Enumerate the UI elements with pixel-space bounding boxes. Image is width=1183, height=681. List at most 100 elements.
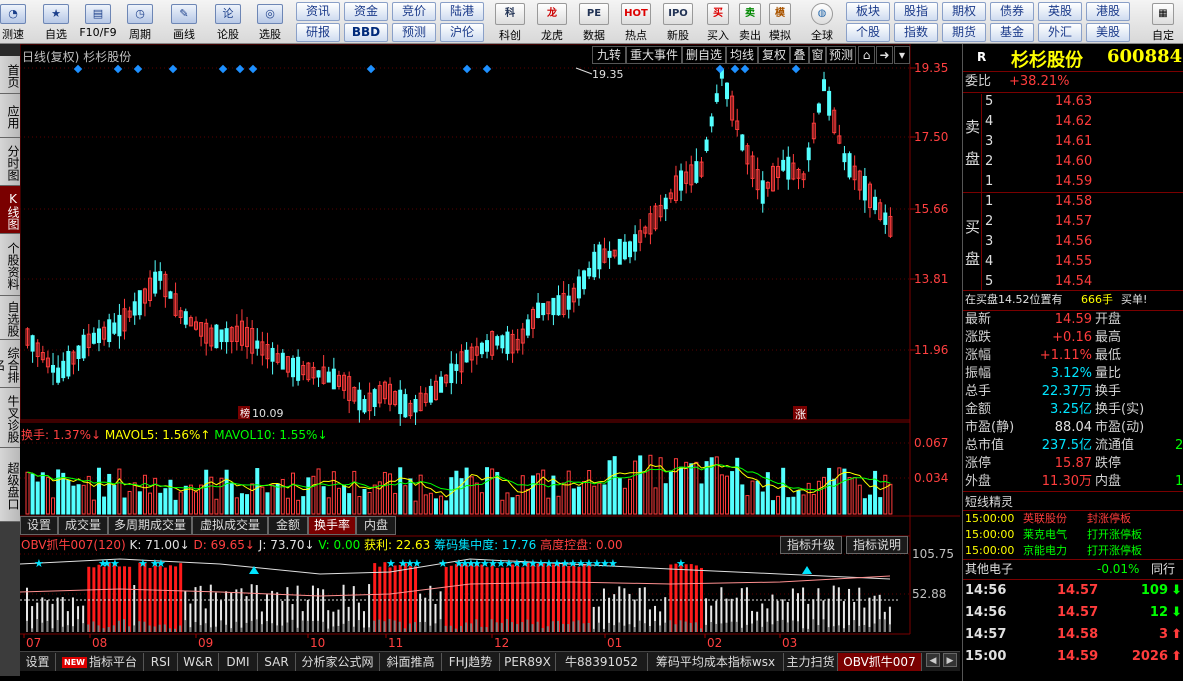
- obv-red-bar: [112, 564, 116, 632]
- indicator-tab-13[interactable]: OBV抓牛007: [838, 653, 922, 671]
- home-icon[interactable]: ⌂: [858, 46, 875, 64]
- market-pill-1[interactable]: 股指: [894, 2, 938, 21]
- pill2-2[interactable]: 预测: [392, 23, 436, 42]
- indicator-tab-8[interactable]: FHJ趋势: [442, 653, 500, 671]
- nav-item-4[interactable]: 个股资料: [0, 234, 20, 296]
- chart-top-button-5[interactable]: 叠: [790, 46, 809, 64]
- custom-button[interactable]: ▦ 自定: [1143, 2, 1183, 42]
- elite-row[interactable]: 15:00:00 英联股份 封涨停板: [963, 511, 1183, 527]
- toolbar-clock-button[interactable]: ◷ 周期: [120, 2, 160, 42]
- market-pill2-1[interactable]: 指数: [894, 23, 938, 42]
- elite-row[interactable]: 15:00:00 莱克电气 打开涨停板: [963, 527, 1183, 543]
- indicator-tab-10[interactable]: 牛88391052: [556, 653, 648, 671]
- indicator-upgrade-button[interactable]: 指标升级: [780, 536, 842, 554]
- market-pill2-5[interactable]: 美股: [1086, 23, 1130, 42]
- nav-item-0[interactable]: 首页: [0, 56, 20, 94]
- trade-0[interactable]: 买买入: [704, 2, 732, 42]
- pill-1[interactable]: 资金: [344, 2, 388, 21]
- toolbar-feature-0[interactable]: 科科创: [490, 2, 530, 42]
- indicator-tab-3[interactable]: W&R: [178, 653, 219, 671]
- indicator-tab-7[interactable]: 斜面推高: [380, 653, 442, 671]
- market-pill-4[interactable]: 英股: [1038, 2, 1082, 21]
- toolbar-pen-button[interactable]: ✎ 画线: [164, 2, 204, 42]
- toolbar-speedometer-button[interactable]: ◔ 测速: [0, 2, 26, 42]
- volume-bar: [689, 463, 694, 515]
- volume-bar: [255, 468, 260, 515]
- candle-body: [61, 360, 66, 379]
- toolbar-feature-4[interactable]: IPO 新股: [658, 2, 698, 42]
- vol-subtab-6[interactable]: 内盘: [356, 516, 396, 535]
- stat-row: 振幅 3.12% 量比: [963, 365, 1183, 383]
- indicator-tab-2[interactable]: RSI: [144, 653, 178, 671]
- toolbar-chat-button[interactable]: 论论股: [208, 2, 248, 42]
- trade-2[interactable]: 模模拟: [766, 2, 794, 42]
- volume-bar: [239, 493, 244, 515]
- obv-grey-bar: [174, 628, 177, 632]
- chart-top-button-3[interactable]: 均线: [726, 46, 758, 64]
- indicator-tab-4[interactable]: DMI: [219, 653, 258, 671]
- nav-item-3[interactable]: K线图: [0, 186, 20, 234]
- indicator-tab-9[interactable]: PER89X: [500, 653, 556, 671]
- pill-0[interactable]: 资讯: [296, 2, 340, 21]
- chart-top-button-0[interactable]: 九转: [592, 46, 626, 64]
- global-button[interactable]: ◍ 全球: [800, 2, 844, 42]
- vol-subtab-4[interactable]: 金额: [268, 516, 308, 535]
- nav-item-5[interactable]: 自选股: [0, 296, 20, 340]
- toolbar-feature-3[interactable]: HOT 热点: [616, 2, 656, 42]
- chart-top-button-1[interactable]: 重大事件: [626, 46, 682, 64]
- indicator-tab-0[interactable]: 设置: [20, 653, 56, 671]
- vol-subtab-5[interactable]: 换手率: [308, 516, 356, 535]
- indicator-tab-6[interactable]: 分析家公式网: [296, 653, 380, 671]
- vol-subtab-2[interactable]: 多周期成交量: [108, 516, 192, 535]
- toolbar-info-button[interactable]: ▤ F10/F9: [78, 2, 118, 42]
- chart-top-button-6[interactable]: 窗: [809, 46, 826, 64]
- indicator-tab-11[interactable]: 筹码平均成本指标wsx: [648, 653, 784, 671]
- market-pill2-4[interactable]: 外汇: [1038, 23, 1082, 42]
- pill-3[interactable]: 陆港: [440, 2, 484, 21]
- nav-item-1[interactable]: 应用: [0, 94, 20, 138]
- nav-item-7[interactable]: 牛叉诊股: [0, 388, 20, 448]
- arrow-right-icon[interactable]: ➜: [876, 46, 893, 64]
- toolbar-chart-button[interactable]: ◎ 选股: [250, 2, 290, 42]
- indicator-tab-1[interactable]: NEW 指标平台: [56, 653, 144, 671]
- vol-subtab-1[interactable]: 成交量: [58, 516, 108, 535]
- chart-top-button-7[interactable]: 预测: [826, 46, 856, 64]
- nav-item-2[interactable]: 分时图: [0, 138, 20, 186]
- market-pill-3[interactable]: 债券: [990, 2, 1034, 21]
- trade-1[interactable]: 卖卖出: [736, 2, 764, 42]
- pill-2[interactable]: 竞价: [392, 2, 436, 21]
- indicator-tab-5[interactable]: SAR: [258, 653, 296, 671]
- obv-grey-bar: [587, 622, 590, 632]
- market-pill-0[interactable]: 板块: [846, 2, 890, 21]
- tab-scroll-left[interactable]: ◀: [926, 653, 940, 667]
- obv-grey-bar: [837, 625, 840, 632]
- vol-subtab-0[interactable]: 设置: [20, 516, 58, 535]
- indicator-tab-12[interactable]: 主力扫货: [784, 653, 838, 671]
- market-pill2-3[interactable]: 基金: [990, 23, 1034, 42]
- pill2-1[interactable]: BBD: [344, 23, 388, 42]
- market-pill2-0[interactable]: 个股: [846, 23, 890, 42]
- window-dropdown-icon[interactable]: ▾: [894, 46, 910, 64]
- indicator-help-button[interactable]: 指标说明: [846, 536, 908, 554]
- pill2-3[interactable]: 沪伦: [440, 23, 484, 42]
- pill2-0[interactable]: 研报: [296, 23, 340, 42]
- nav-item-6[interactable]: 综合排名: [0, 340, 20, 388]
- tab-scroll-right[interactable]: ▶: [943, 653, 957, 667]
- obv-grey-bar: [684, 621, 687, 632]
- obv-bars-group: [26, 562, 891, 632]
- toolbar-feature-1[interactable]: 龙龙虎: [532, 2, 572, 42]
- kline-chart[interactable]: 19.35 17.50 15.66 13.81 11.96 0.067 0.034 105.7…: [20, 44, 960, 650]
- elite-row[interactable]: 15:00:00 京能电力 打开涨停板: [963, 543, 1183, 559]
- nav-item-8[interactable]: 超级盘口: [0, 448, 20, 522]
- obv-grey-bar: [705, 624, 708, 632]
- market-pill-2[interactable]: 期权: [942, 2, 986, 21]
- toolbar-feature-2[interactable]: PE 数据: [574, 2, 614, 42]
- chart-top-button-4[interactable]: 复权: [758, 46, 790, 64]
- toolbar-star-button[interactable]: ★ 自选: [36, 2, 76, 42]
- market-pill-5[interactable]: 港股: [1086, 2, 1130, 21]
- obv-grey-bar: [276, 625, 279, 632]
- market-pill2-2[interactable]: 期货: [942, 23, 986, 42]
- vol-subtab-3[interactable]: 虚拟成交量: [192, 516, 268, 535]
- chart-top-button-2[interactable]: 删自选: [682, 46, 726, 64]
- obv-grey-bar: [633, 627, 636, 632]
